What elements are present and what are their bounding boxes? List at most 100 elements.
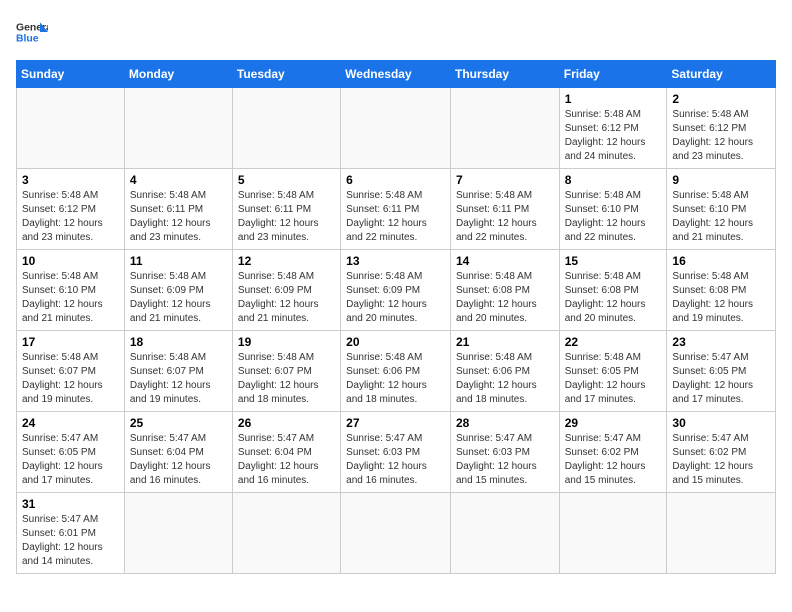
calendar-cell: 16 Sunrise: 5:48 AM Sunset: 6:08 PM Dayli…	[667, 250, 776, 331]
day-info: Sunrise: 5:48 AM Sunset: 6:12 PM Dayligh…	[565, 108, 662, 164]
calendar-cell: 28 Sunrise: 5:47 AM Sunset: 6:03 PM Dayli…	[450, 412, 559, 493]
day-info: Sunrise: 5:48 AM Sunset: 6:10 PM Dayligh…	[22, 270, 119, 326]
day-number: 6	[346, 173, 445, 187]
day-info: Sunrise: 5:48 AM Sunset: 6:11 PM Dayligh…	[456, 189, 554, 245]
weekday-header-monday: Monday	[124, 61, 232, 88]
calendar-cell	[341, 88, 451, 169]
day-number: 1	[565, 92, 662, 106]
calendar-cell: 19Sunrise: 5:48 AM Sunset: 6:07 PM Dayli…	[232, 331, 340, 412]
day-info: Sunrise: 5:47 AM Sunset: 6:02 PM Dayligh…	[672, 432, 770, 488]
calendar-cell: 26Sunrise: 5:47 AM Sunset: 6:04 PM Dayli…	[232, 412, 340, 493]
day-number: 16	[672, 254, 770, 268]
calendar-cell: 10 Sunrise: 5:48 AM Sunset: 6:10 PM Dayli…	[17, 250, 125, 331]
day-number: 3	[22, 173, 119, 187]
calendar-cell: 25Sunrise: 5:47 AM Sunset: 6:04 PM Dayli…	[124, 412, 232, 493]
day-number: 29	[565, 416, 662, 430]
calendar-cell: 3Sunrise: 5:48 AM Sunset: 6:12 PM Daylig…	[17, 169, 125, 250]
logo: General Blue	[16, 16, 48, 48]
calendar-week-0: 1 Sunrise: 5:48 AM Sunset: 6:12 PM Daylig…	[17, 88, 776, 169]
calendar-cell: 6Sunrise: 5:48 AM Sunset: 6:11 PM Daylig…	[341, 169, 451, 250]
day-info: Sunrise: 5:48 AM Sunset: 6:10 PM Dayligh…	[672, 189, 770, 245]
day-info: Sunrise: 5:47 AM Sunset: 6:05 PM Dayligh…	[22, 432, 119, 488]
calendar-cell	[124, 88, 232, 169]
day-number: 27	[346, 416, 445, 430]
day-number: 20	[346, 335, 445, 349]
calendar-week-3: 17 Sunrise: 5:48 AM Sunset: 6:07 PM Dayli…	[17, 331, 776, 412]
weekday-header-thursday: Thursday	[450, 61, 559, 88]
calendar-cell	[232, 493, 340, 574]
calendar-cell	[450, 493, 559, 574]
day-info: Sunrise: 5:48 AM Sunset: 6:07 PM Dayligh…	[130, 351, 227, 407]
calendar-cell: 24Sunrise: 5:47 AM Sunset: 6:05 PM Dayli…	[17, 412, 125, 493]
day-info: Sunrise: 5:47 AM Sunset: 6:04 PM Dayligh…	[238, 432, 335, 488]
weekday-header-tuesday: Tuesday	[232, 61, 340, 88]
day-info: Sunrise: 5:47 AM Sunset: 6:03 PM Dayligh…	[346, 432, 445, 488]
day-info: Sunrise: 5:48 AM Sunset: 6:09 PM Dayligh…	[130, 270, 227, 326]
day-number: 9	[672, 173, 770, 187]
calendar-cell: 20 Sunrise: 5:48 AM Sunset: 6:06 PM Dayli…	[341, 331, 451, 412]
day-info: Sunrise: 5:48 AM Sunset: 6:08 PM Dayligh…	[672, 270, 770, 326]
day-number: 30	[672, 416, 770, 430]
day-info: Sunrise: 5:48 AM Sunset: 6:10 PM Dayligh…	[565, 189, 662, 245]
calendar-week-5: 31 Sunrise: 5:47 AM Sunset: 6:01 PM Dayli…	[17, 493, 776, 574]
calendar-cell: 22Sunrise: 5:48 AM Sunset: 6:05 PM Dayli…	[559, 331, 667, 412]
day-info: Sunrise: 5:47 AM Sunset: 6:03 PM Dayligh…	[456, 432, 554, 488]
day-info: Sunrise: 5:48 AM Sunset: 6:06 PM Dayligh…	[346, 351, 445, 407]
calendar-cell: 12Sunrise: 5:48 AM Sunset: 6:09 PM Dayli…	[232, 250, 340, 331]
day-number: 15	[565, 254, 662, 268]
calendar-cell	[667, 493, 776, 574]
calendar-cell: 13Sunrise: 5:48 AM Sunset: 6:09 PM Dayli…	[341, 250, 451, 331]
calendar-week-4: 24Sunrise: 5:47 AM Sunset: 6:05 PM Dayli…	[17, 412, 776, 493]
calendar-cell: 29 Sunrise: 5:47 AM Sunset: 6:02 PM Dayli…	[559, 412, 667, 493]
svg-text:Blue: Blue	[16, 34, 39, 45]
calendar-cell: 11Sunrise: 5:48 AM Sunset: 6:09 PM Dayli…	[124, 250, 232, 331]
calendar-cell: 21 Sunrise: 5:48 AM Sunset: 6:06 PM Dayli…	[450, 331, 559, 412]
day-number: 13	[346, 254, 445, 268]
calendar-cell	[17, 88, 125, 169]
weekday-header-friday: Friday	[559, 61, 667, 88]
day-info: Sunrise: 5:48 AM Sunset: 6:06 PM Dayligh…	[456, 351, 554, 407]
day-info: Sunrise: 5:48 AM Sunset: 6:11 PM Dayligh…	[238, 189, 335, 245]
calendar-cell: 4 Sunrise: 5:48 AM Sunset: 6:11 PM Daylig…	[124, 169, 232, 250]
calendar-cell: 9 Sunrise: 5:48 AM Sunset: 6:10 PM Daylig…	[667, 169, 776, 250]
weekday-header-saturday: Saturday	[667, 61, 776, 88]
day-info: Sunrise: 5:47 AM Sunset: 6:04 PM Dayligh…	[130, 432, 227, 488]
day-number: 4	[130, 173, 227, 187]
day-number: 14	[456, 254, 554, 268]
day-number: 23	[672, 335, 770, 349]
calendar-cell	[341, 493, 451, 574]
calendar-week-1: 3Sunrise: 5:48 AM Sunset: 6:12 PM Daylig…	[17, 169, 776, 250]
day-info: Sunrise: 5:48 AM Sunset: 6:08 PM Dayligh…	[456, 270, 554, 326]
calendar-cell: 7 Sunrise: 5:48 AM Sunset: 6:11 PM Daylig…	[450, 169, 559, 250]
calendar-cell: 8 Sunrise: 5:48 AM Sunset: 6:10 PM Daylig…	[559, 169, 667, 250]
day-number: 7	[456, 173, 554, 187]
calendar-cell: 18Sunrise: 5:48 AM Sunset: 6:07 PM Dayli…	[124, 331, 232, 412]
day-info: Sunrise: 5:48 AM Sunset: 6:11 PM Dayligh…	[130, 189, 227, 245]
day-number: 31	[22, 497, 119, 511]
day-number: 12	[238, 254, 335, 268]
day-number: 21	[456, 335, 554, 349]
day-number: 5	[238, 173, 335, 187]
day-info: Sunrise: 5:48 AM Sunset: 6:12 PM Dayligh…	[672, 108, 770, 164]
day-number: 10	[22, 254, 119, 268]
day-info: Sunrise: 5:47 AM Sunset: 6:05 PM Dayligh…	[672, 351, 770, 407]
day-info: Sunrise: 5:48 AM Sunset: 6:05 PM Dayligh…	[565, 351, 662, 407]
calendar-cell: 5 Sunrise: 5:48 AM Sunset: 6:11 PM Daylig…	[232, 169, 340, 250]
calendar-table: SundayMondayTuesdayWednesdayThursdayFrid…	[16, 60, 776, 574]
weekday-header-sunday: Sunday	[17, 61, 125, 88]
day-info: Sunrise: 5:48 AM Sunset: 6:08 PM Dayligh…	[565, 270, 662, 326]
calendar-cell: 1 Sunrise: 5:48 AM Sunset: 6:12 PM Daylig…	[559, 88, 667, 169]
day-number: 2	[672, 92, 770, 106]
calendar-cell	[232, 88, 340, 169]
day-number: 8	[565, 173, 662, 187]
calendar-cell	[559, 493, 667, 574]
calendar-week-2: 10 Sunrise: 5:48 AM Sunset: 6:10 PM Dayli…	[17, 250, 776, 331]
day-info: Sunrise: 5:47 AM Sunset: 6:02 PM Dayligh…	[565, 432, 662, 488]
day-info: Sunrise: 5:47 AM Sunset: 6:01 PM Dayligh…	[22, 513, 119, 569]
calendar-cell: 30 Sunrise: 5:47 AM Sunset: 6:02 PM Dayli…	[667, 412, 776, 493]
logo-icon: General Blue	[16, 16, 48, 48]
calendar-cell: 15 Sunrise: 5:48 AM Sunset: 6:08 PM Dayli…	[559, 250, 667, 331]
calendar-cell	[450, 88, 559, 169]
day-number: 17	[22, 335, 119, 349]
day-number: 28	[456, 416, 554, 430]
